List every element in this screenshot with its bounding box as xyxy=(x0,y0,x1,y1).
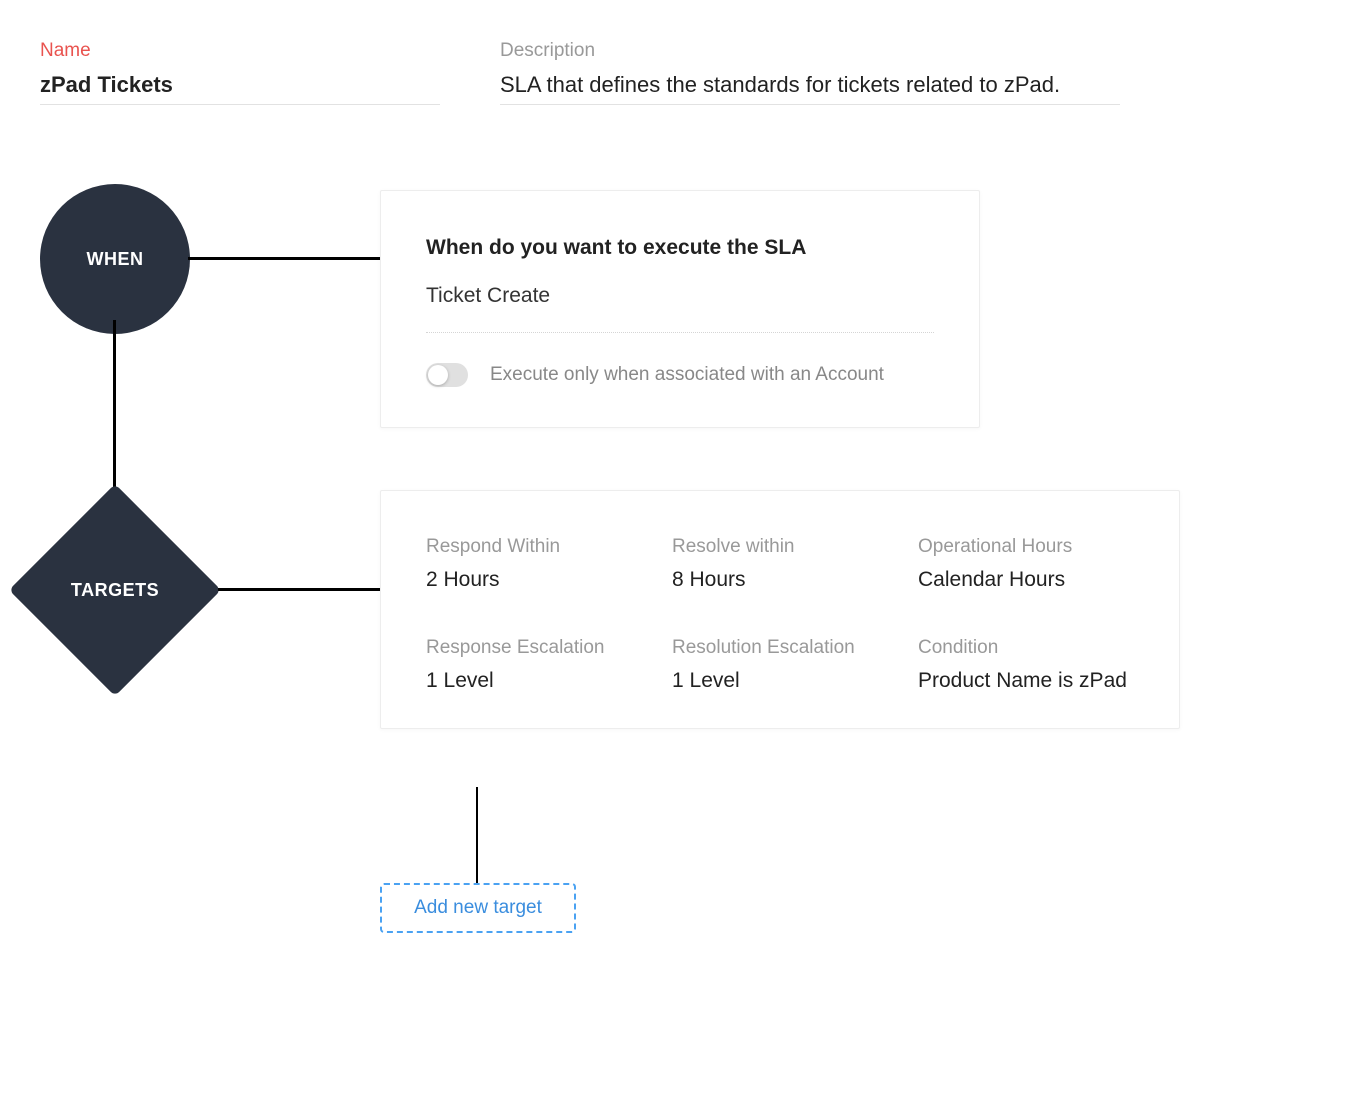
description-field-value[interactable]: SLA that defines the standards for ticke… xyxy=(500,72,1120,105)
target-label: Response Escalation xyxy=(426,637,642,659)
execute-account-toggle-label: Execute only when associated with an Acc… xyxy=(490,364,884,386)
target-label: Resolve within xyxy=(672,536,888,558)
target-item: Respond Within 2 Hours xyxy=(426,536,642,592)
targets-card[interactable]: Respond Within 2 Hours Resolve within 8 … xyxy=(380,490,1180,729)
target-value: Product Name is zPad xyxy=(918,669,1134,693)
target-label: Respond Within xyxy=(426,536,642,558)
target-item: Condition Product Name is zPad xyxy=(918,637,1134,693)
target-item: Resolution Escalation 1 Level xyxy=(672,637,888,693)
when-card-title: When do you want to execute the SLA xyxy=(426,236,934,260)
name-field-label: Name xyxy=(40,40,440,62)
description-field-label: Description xyxy=(500,40,1120,62)
target-item: Response Escalation 1 Level xyxy=(426,637,642,693)
target-item: Resolve within 8 Hours xyxy=(672,536,888,592)
target-item: Operational Hours Calendar Hours xyxy=(918,536,1134,592)
when-node[interactable]: WHEN xyxy=(40,184,190,334)
when-card-trigger[interactable]: Ticket Create xyxy=(426,284,934,333)
target-label: Operational Hours xyxy=(918,536,1134,558)
add-new-target-label: Add new target xyxy=(414,897,542,919)
target-value: Calendar Hours xyxy=(918,568,1134,592)
target-value: 8 Hours xyxy=(672,568,888,592)
when-card[interactable]: When do you want to execute the SLA Tick… xyxy=(380,190,980,428)
targets-node-label: TARGETS xyxy=(40,515,190,665)
add-new-target-button[interactable]: Add new target xyxy=(380,883,576,933)
connector-targets-to-card xyxy=(218,588,381,591)
toggle-knob-icon xyxy=(428,365,448,385)
target-value: 2 Hours xyxy=(426,568,642,592)
connector-when-to-card xyxy=(188,257,380,260)
target-label: Resolution Escalation xyxy=(672,637,888,659)
when-node-label: WHEN xyxy=(87,249,144,270)
target-value: 1 Level xyxy=(426,669,642,693)
target-label: Condition xyxy=(918,637,1134,659)
target-value: 1 Level xyxy=(672,669,888,693)
execute-account-toggle[interactable] xyxy=(426,363,468,387)
name-field-value[interactable]: zPad Tickets xyxy=(40,72,440,105)
connector-targets-to-add xyxy=(476,787,478,887)
targets-node[interactable]: TARGETS xyxy=(40,515,190,665)
